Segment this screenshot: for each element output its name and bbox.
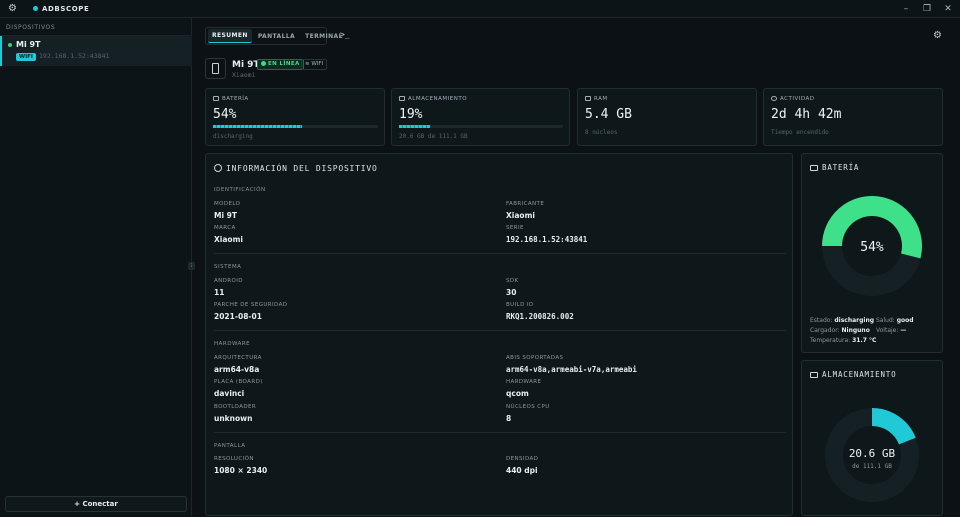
battery-icon (810, 165, 818, 171)
storage-panel: ALMACENAMIENTO 20.6 GB de 111.1 GB (801, 360, 943, 516)
field-resolution: RESOLUCIÓN 1080 × 2340 (214, 456, 268, 475)
storage-value: 19% (399, 107, 423, 122)
storage-bar-fill (399, 125, 431, 128)
settings-gear-icon[interactable]: ⚙ (933, 31, 943, 41)
device-title: Mi 9T (232, 60, 260, 70)
tab-resumen[interactable]: RESUMEN (208, 29, 252, 43)
salud-row: Salud: good (876, 317, 914, 324)
device-info-panel: INFORMACIÓN DEL DISPOSITIVO IDENTIFICACI… (205, 153, 793, 516)
field-fabricante: FABRICANTE Xiaomi (506, 201, 545, 220)
sidebar: DISPOSITIVOS Mi 9T WIFI 192.168.1.52:438… (0, 18, 192, 516)
ram-icon (585, 96, 591, 101)
ram-card: RAM 5.4 GB 8 núcleos (577, 88, 757, 146)
storage-used-label: 20.6 GB (849, 447, 896, 460)
field-board: PLACA (BOARD) davinci (214, 379, 263, 398)
storage-card: ALMACENAMIENTO 19% 20.6 GB de 111.1 GB (391, 88, 570, 146)
connection-label: WIFI (311, 61, 324, 67)
battery-value: 54% (213, 107, 237, 122)
gear-icon[interactable]: ⚙ (8, 3, 18, 14)
field-bootloader: BOOTLOADER unknown (214, 404, 257, 423)
uptime-label: ACTIVIDAD (780, 96, 815, 102)
device-ip: 192.168.1.52:43841 (39, 52, 110, 60)
storage-icon (810, 372, 818, 378)
battery-card: BATERÍA 54% discharging (205, 88, 385, 146)
ram-sub: 8 núcleos (585, 129, 618, 136)
battery-status: discharging (213, 133, 253, 140)
field-density: DENSIDAD 440 dpi (506, 456, 539, 475)
field-cores: NÚCLEOS CPU 8 (506, 404, 550, 423)
battery-icon (213, 96, 219, 101)
uptime-value: 2d 4h 42m (771, 107, 842, 122)
field-hardware: HARDWARE qcom (506, 379, 542, 398)
uptime-card: ACTIVIDAD 2d 4h 42m Tiempo encendido (763, 88, 943, 146)
battery-gauge: 54% (822, 196, 922, 296)
divider (214, 432, 786, 433)
storage-total-label: de 111.1 GB (852, 463, 892, 470)
online-dot (8, 43, 12, 47)
divider (214, 330, 786, 331)
divider (214, 253, 786, 254)
storage-gauge: 20.6 GB de 111.1 GB (825, 408, 919, 502)
app-title: ADBSCOPE (42, 4, 90, 13)
storage-gauge-arc (871, 408, 916, 445)
field-serie: SERIE 192.168.1.52:43841 (506, 225, 588, 244)
terminal-icon[interactable]: >_ (340, 30, 350, 39)
sidebar-header: DISPOSITIVOS (0, 18, 191, 36)
connect-button[interactable]: + Conectar (5, 496, 187, 512)
info-title: INFORMACIÓN DEL DISPOSITIVO (226, 164, 378, 173)
online-label: EN LÍNEA (268, 61, 300, 67)
estado-row: Estado: discharging (810, 317, 875, 324)
battery-panel: BATERÍA 54% Estado: discharging Salud: g… (801, 153, 943, 353)
device-name: Mi 9T (16, 40, 41, 49)
storage-label: ALMACENAMIENTO (408, 96, 468, 102)
field-abis: ABIS SOPORTADAS arm64-v8a,armeabi-v7a,arm… (506, 355, 637, 374)
online-badge: EN LÍNEA (257, 59, 304, 70)
section-identification: IDENTIFICACIÓN (214, 187, 266, 193)
field-sdk: SDK 30 (506, 278, 519, 297)
field-modelo: MODELO Mi 9T (214, 201, 241, 220)
field-marca: MARCA Xiaomi (214, 225, 243, 244)
title-bar: ⚙ ADBSCOPE – ❐ ✕ (0, 0, 960, 18)
storage-icon (399, 96, 405, 101)
battery-bar (213, 125, 378, 128)
battery-gauge-label: 54% (860, 240, 884, 255)
field-android: ANDROID 11 (214, 278, 243, 297)
storage-sub: 20.6 GB de 111.1 GB (399, 133, 468, 140)
close-icon[interactable]: ✕ (942, 3, 954, 15)
storage-panel-title: ALMACENAMIENTO (822, 370, 897, 379)
battery-label: BATERÍA (222, 96, 249, 102)
connection-badge: ≋ WIFI (301, 59, 328, 70)
ram-label: RAM (594, 96, 608, 102)
uptime-sub: Tiempo encendido (771, 129, 829, 136)
tab-bar: RESUMEN PANTALLA TERMINAL (205, 27, 342, 45)
minimize-icon[interactable]: – (900, 3, 912, 15)
maximize-icon[interactable]: ❐ (921, 3, 933, 15)
wifi-badge: WIFI (16, 53, 36, 61)
section-screen: PANTALLA (214, 443, 246, 449)
cargador-row: Cargador: Ninguno (810, 327, 870, 334)
battery-panel-title: BATERÍA (822, 163, 860, 172)
sidebar-item-device[interactable]: Mi 9T WIFI 192.168.1.52:43841 (0, 36, 192, 66)
device-manufacturer: Xiaomi (232, 71, 256, 79)
clock-icon (771, 96, 777, 101)
tab-pantalla[interactable]: PANTALLA (254, 30, 299, 43)
field-patch: PARCHE DE SEGURIDAD 2021-08-01 (214, 302, 288, 321)
info-icon (214, 164, 222, 172)
battery-bar-fill (213, 125, 303, 128)
ram-value: 5.4 GB (585, 107, 632, 122)
app-status-dot (33, 6, 38, 11)
section-hardware: HARDWARE (214, 341, 251, 347)
phone-icon (205, 58, 226, 79)
field-arch: ARQUITECTURA arm64-v8a (214, 355, 262, 374)
storage-bar (399, 125, 563, 128)
section-system: SISTEMA (214, 264, 242, 270)
resize-handle-icon[interactable]: ⁝ (188, 262, 195, 270)
field-build: BUILD ID RKQ1.200826.002 (506, 302, 574, 321)
temperatura-row: Temperatura: 31.7 °C (810, 337, 877, 344)
voltaje-row: Voltaje: — (876, 327, 907, 334)
